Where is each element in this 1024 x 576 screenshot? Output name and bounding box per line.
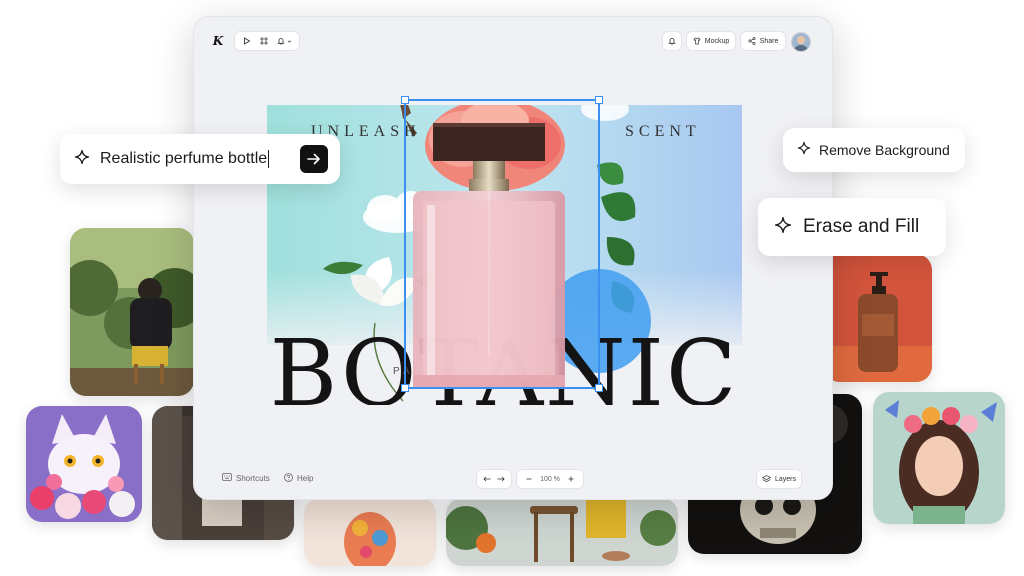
prompt-pill[interactable]: Realistic perfume bottle: [60, 134, 340, 184]
frame-icon[interactable]: [259, 37, 268, 45]
remove-background-button[interactable]: Remove Background: [783, 128, 965, 172]
gallery-tile-anime-girl: [873, 392, 1005, 524]
sparkle-icon: [774, 216, 792, 239]
resize-handle-tr[interactable]: [595, 96, 603, 104]
sparkle-icon: [797, 141, 811, 160]
gallery-tile-flower-cat: [26, 406, 142, 522]
layers-label: Layers: [775, 475, 797, 483]
gallery-tile-green-hood: [70, 228, 194, 396]
layers-icon: [762, 475, 771, 483]
arrow-right-icon: [307, 153, 320, 165]
editor-window: K Mockup Share UNLEASH SCENT PA Shortcut…: [193, 16, 833, 500]
layers-button[interactable]: Layers: [756, 469, 802, 489]
zoom-level[interactable]: 100 %: [540, 476, 560, 483]
headline-right: SCENT: [625, 123, 701, 140]
help-label: Help: [297, 474, 314, 483]
bell-dropdown-icon[interactable]: [276, 37, 292, 45]
mockup-label: Mockup: [704, 37, 730, 45]
zoom-in-icon[interactable]: [568, 476, 574, 482]
help-button[interactable]: Help: [284, 473, 313, 484]
share-button[interactable]: Share: [740, 31, 786, 51]
gallery-tile-pump-bottle: [824, 254, 932, 382]
resize-handle-bl[interactable]: [401, 384, 409, 392]
help-icon: [284, 473, 293, 484]
shirt-icon: [693, 37, 701, 45]
user-avatar[interactable]: [791, 32, 811, 52]
history-controls: [476, 469, 512, 489]
notifications-button[interactable]: [662, 31, 682, 51]
erase-and-fill-button[interactable]: Erase and Fill: [758, 198, 946, 256]
shortcuts-button[interactable]: Shortcuts: [222, 473, 270, 483]
undo-icon[interactable]: [483, 476, 491, 482]
play-icon[interactable]: [243, 37, 251, 45]
tool-group: [234, 31, 300, 51]
app-logo: K: [212, 34, 224, 48]
mockup-button[interactable]: Mockup: [686, 31, 736, 51]
selection-box[interactable]: [401, 96, 603, 392]
submit-prompt-button[interactable]: [300, 145, 328, 173]
zoom-controls: 100 %: [516, 469, 584, 489]
bell-icon: [668, 37, 676, 45]
share-icon: [748, 37, 756, 45]
remove-background-label: Remove Background: [819, 142, 950, 158]
prompt-input[interactable]: Realistic perfume bottle: [100, 150, 267, 168]
gallery-tile-patio-stool: [446, 498, 678, 566]
keyboard-icon: [222, 473, 232, 483]
gallery-tile-colorful-figure: [304, 498, 436, 566]
erase-and-fill-label: Erase and Fill: [803, 216, 920, 237]
share-label: Share: [759, 37, 779, 45]
resize-handle-tl[interactable]: [401, 96, 409, 104]
zoom-out-icon[interactable]: [526, 476, 532, 482]
sparkle-icon: [74, 149, 90, 170]
text-caret: [268, 150, 270, 168]
logo-button[interactable]: K: [208, 31, 228, 51]
resize-handle-br[interactable]: [595, 384, 603, 392]
shortcuts-label: Shortcuts: [236, 473, 270, 483]
redo-icon[interactable]: [497, 476, 505, 482]
